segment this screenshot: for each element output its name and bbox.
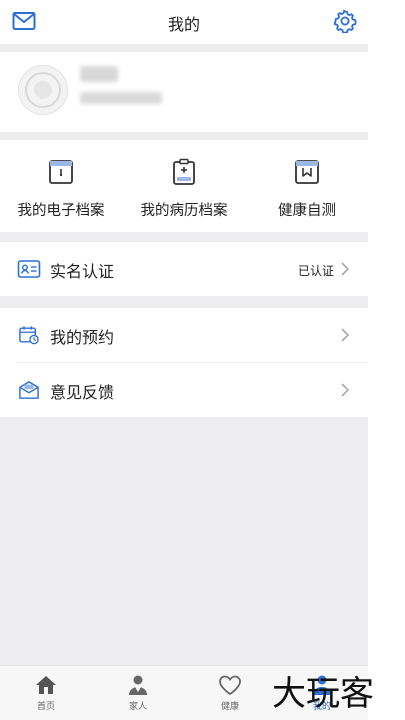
quick-action-health-self-test[interactable]: 健康自测 <box>246 140 368 232</box>
watermark-text: 大玩客 <box>272 674 374 714</box>
chevron-right-icon <box>341 262 350 276</box>
quick-action-electronic-record[interactable]: 我的电子档案 <box>0 140 122 232</box>
tab-home[interactable]: 首页 <box>0 666 92 720</box>
tab-family[interactable]: 家人 <box>92 666 184 720</box>
heart-icon <box>219 675 241 696</box>
bookmark-card-icon <box>295 160 319 184</box>
quick-actions: 我的电子档案 我的病历档案 健康自测 <box>0 140 368 232</box>
page-title: 我的 <box>167 15 200 34</box>
user-info-redacted <box>80 92 162 104</box>
id-card-icon <box>17 260 41 278</box>
menu-item-label: 我的预约 <box>50 328 115 347</box>
medical-record-icon <box>173 158 195 185</box>
doctor-icon <box>129 675 147 695</box>
verification-card: 实名认证 已认证 <box>0 242 368 296</box>
home-icon <box>36 676 56 694</box>
calendar-clock-icon <box>19 326 39 345</box>
menu-card: 我的预约 意见反馈 <box>0 308 368 417</box>
gear-icon[interactable] <box>333 9 357 33</box>
avatar[interactable] <box>18 65 68 115</box>
tab-label: 健康 <box>220 702 239 712</box>
verification-row[interactable]: 实名认证 已认证 <box>0 242 368 296</box>
user-name-redacted <box>80 66 118 82</box>
chevron-right-icon <box>341 328 350 342</box>
tab-label: 首页 <box>36 702 55 712</box>
menu-item-label: 意见反馈 <box>50 383 115 402</box>
verification-label: 实名认证 <box>50 262 115 281</box>
profile-card[interactable] <box>0 52 368 132</box>
chevron-right-icon <box>341 383 350 397</box>
tab-label: 家人 <box>128 702 147 712</box>
feedback-envelope-icon <box>19 381 39 399</box>
quick-action-medical-record[interactable]: 我的病历档案 <box>123 140 245 232</box>
top-bar: 我的 <box>0 0 368 44</box>
tab-health[interactable]: 健康 <box>184 666 276 720</box>
verification-status: 已认证 <box>297 264 334 278</box>
quick-action-label: 我的病历档案 <box>140 203 228 219</box>
quick-action-label: 健康自测 <box>278 203 336 219</box>
menu-item-appointments[interactable]: 我的预约 <box>0 308 368 362</box>
folder-icon <box>49 160 73 184</box>
quick-action-label: 我的电子档案 <box>17 203 105 219</box>
app-screen: 我的 我的电子档案 我的病历档案 健康自测 实名认证 已认证 我的预约 意见反馈… <box>0 0 368 720</box>
menu-item-feedback[interactable]: 意见反馈 <box>0 363 368 417</box>
